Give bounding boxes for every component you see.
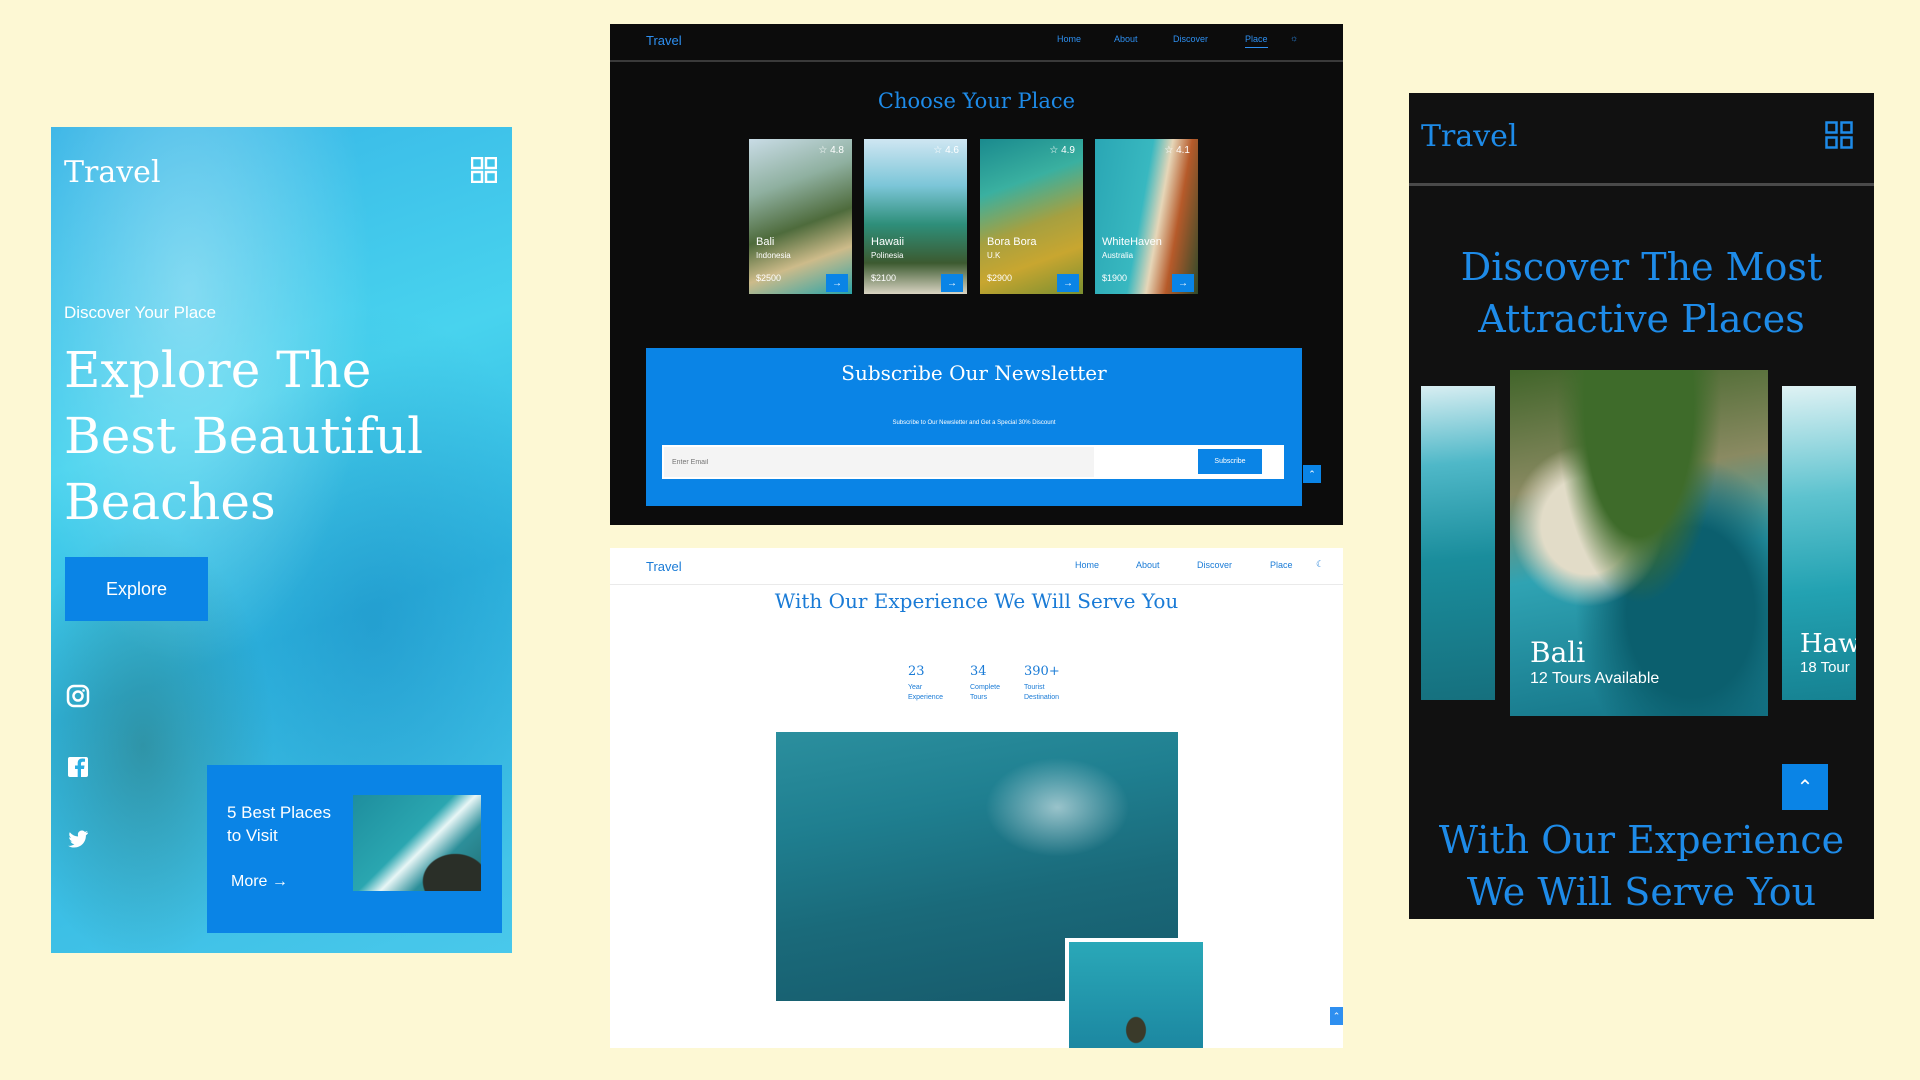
arrow-right-icon: → <box>271 873 288 890</box>
more-link[interactable]: More → <box>231 873 288 891</box>
mobile-dark-screen: Travel Discover The Most Attractive Plac… <box>1409 93 1874 919</box>
moon-icon[interactable]: ☾ <box>1316 559 1324 570</box>
place-card-bali[interactable]: ☆ 4.8 Bali Indonesia $2500 → <box>749 139 852 294</box>
sun-icon[interactable]: ☼ <box>1290 33 1298 43</box>
logo[interactable]: Travel <box>646 559 682 574</box>
place-price: $1900 <box>1102 273 1128 283</box>
place-card-hawaii[interactable]: Haw 18 Tour <box>1782 386 1856 700</box>
place-price: $2100 <box>871 273 897 283</box>
rating: ☆ 4.8 <box>818 145 844 156</box>
scroll-up-icon[interactable]: ⌃ <box>1330 1007 1343 1025</box>
place-name: Bora Bora <box>987 236 1037 248</box>
logo[interactable]: Travel <box>646 33 682 48</box>
place-card-whitehaven[interactable]: ☆ 4.1 WhiteHaven Australia $1900 → <box>1095 139 1198 294</box>
logo[interactable]: Travel <box>1421 119 1518 154</box>
desktop-dark-screen: Travel Home About Discover Place ☼ Choos… <box>610 24 1343 525</box>
rating: ☆ 4.6 <box>933 145 959 156</box>
place-name: Haw <box>1800 629 1856 659</box>
stat-number: 390+ <box>1024 664 1060 679</box>
arrow-right-icon[interactable]: → <box>941 274 963 292</box>
place-country: Australia <box>1102 251 1134 260</box>
section-title: Discover The Most Attractive Places <box>1460 245 1823 341</box>
nav-place[interactable]: Place <box>1270 560 1293 570</box>
place-card-prev[interactable] <box>1421 386 1495 700</box>
tours-available: 12 Tours Available <box>1530 670 1660 687</box>
arrow-right-icon[interactable]: → <box>1172 274 1194 292</box>
section-title: With Our Experience We Will Serve You <box>774 589 1179 613</box>
stat-label: Year Experience <box>908 684 944 701</box>
best-places-card[interactable]: 5 Best Places to Visit More → <box>207 765 502 933</box>
arrow-right-icon[interactable]: → <box>1057 274 1079 292</box>
explore-button[interactable]: Explore <box>65 557 208 621</box>
place-card-hawaii[interactable]: ☆ 4.6 Hawaii Polinesia $2100 → <box>864 139 967 294</box>
stat-label: Complete Tours <box>970 684 1000 701</box>
navbar: Travel Home About Discover Place ☼ <box>610 24 1343 62</box>
subscribe-button[interactable]: Subscribe <box>1198 449 1262 474</box>
stat-tours: 34 Complete Tours <box>970 664 1010 703</box>
email-input[interactable] <box>664 447 1094 477</box>
navbar: Travel <box>1409 93 1874 186</box>
nav-about[interactable]: About <box>1114 34 1138 44</box>
scroll-up-icon[interactable]: ⌃ <box>1303 465 1321 483</box>
place-card-bali[interactable]: Bali 12 Tours Available <box>1510 370 1768 716</box>
place-name: Bali <box>1530 636 1586 669</box>
tours-available: 18 Tour <box>1800 659 1850 676</box>
newsletter-section: Subscribe Our Newsletter Subscribe to Ou… <box>646 348 1302 506</box>
arrow-right-icon[interactable]: → <box>826 274 848 292</box>
place-country: Polinesia <box>871 251 904 260</box>
nav-about[interactable]: About <box>1136 560 1160 570</box>
mobile-hero-screen: Travel Discover Your Place Explore The B… <box>51 127 512 953</box>
more-label: More <box>231 873 268 890</box>
grid-menu-icon[interactable] <box>1825 121 1853 149</box>
boat-photo <box>1065 938 1203 1048</box>
nav-discover[interactable]: Discover <box>1197 560 1232 570</box>
nav-discover[interactable]: Discover <box>1173 34 1208 44</box>
grid-menu-icon[interactable] <box>471 157 497 183</box>
rating: ☆ 4.9 <box>1049 145 1075 156</box>
navbar: Travel Home About Discover Place ☾ <box>610 548 1343 585</box>
desktop-light-screen: Travel Home About Discover Place ☾ With … <box>610 548 1343 1048</box>
stat-destinations: 390+ Tourist Destination <box>1024 664 1070 703</box>
place-name: Hawaii <box>871 236 905 248</box>
place-price: $2900 <box>987 273 1013 283</box>
newsletter-title: Subscribe Our Newsletter <box>841 361 1107 385</box>
hero-kicker: Discover Your Place <box>64 303 217 322</box>
logo[interactable]: Travel <box>64 155 161 190</box>
place-name: Bali <box>756 236 775 248</box>
nav-place[interactable]: Place <box>1245 34 1268 48</box>
card-thumbnail <box>353 795 481 891</box>
stat-label: Tourist Destination <box>1024 684 1060 701</box>
rating: ☆ 4.1 <box>1164 145 1190 156</box>
place-country: Indonesia <box>756 251 791 260</box>
scroll-up-icon[interactable]: ⌃ <box>1782 764 1828 810</box>
place-name: WhiteHaven <box>1102 236 1162 248</box>
instagram-icon[interactable] <box>66 684 90 708</box>
nav-home[interactable]: Home <box>1075 560 1099 570</box>
nav-home[interactable]: Home <box>1057 34 1081 44</box>
hero-title: Explore The Best Beautiful Beaches <box>64 341 424 531</box>
twitter-icon[interactable] <box>66 827 90 851</box>
place-price: $2500 <box>756 273 782 283</box>
newsletter-subtitle: Subscribe to Our Newsletter and Get a Sp… <box>892 420 1056 426</box>
place-card-bora-bora[interactable]: ☆ 4.9 Bora Bora U.K $2900 → <box>980 139 1083 294</box>
card-title: 5 Best Places to Visit <box>227 803 331 845</box>
place-country: U.K <box>987 251 1001 260</box>
facebook-icon[interactable] <box>66 755 90 779</box>
experience-title: With Our Experience We Will Serve You <box>1438 818 1845 914</box>
section-title: Choose Your Place <box>877 89 1076 113</box>
stat-number: 34 <box>970 664 987 679</box>
stat-number: 23 <box>908 664 925 679</box>
stat-years: 23 Year Experience <box>908 664 950 703</box>
